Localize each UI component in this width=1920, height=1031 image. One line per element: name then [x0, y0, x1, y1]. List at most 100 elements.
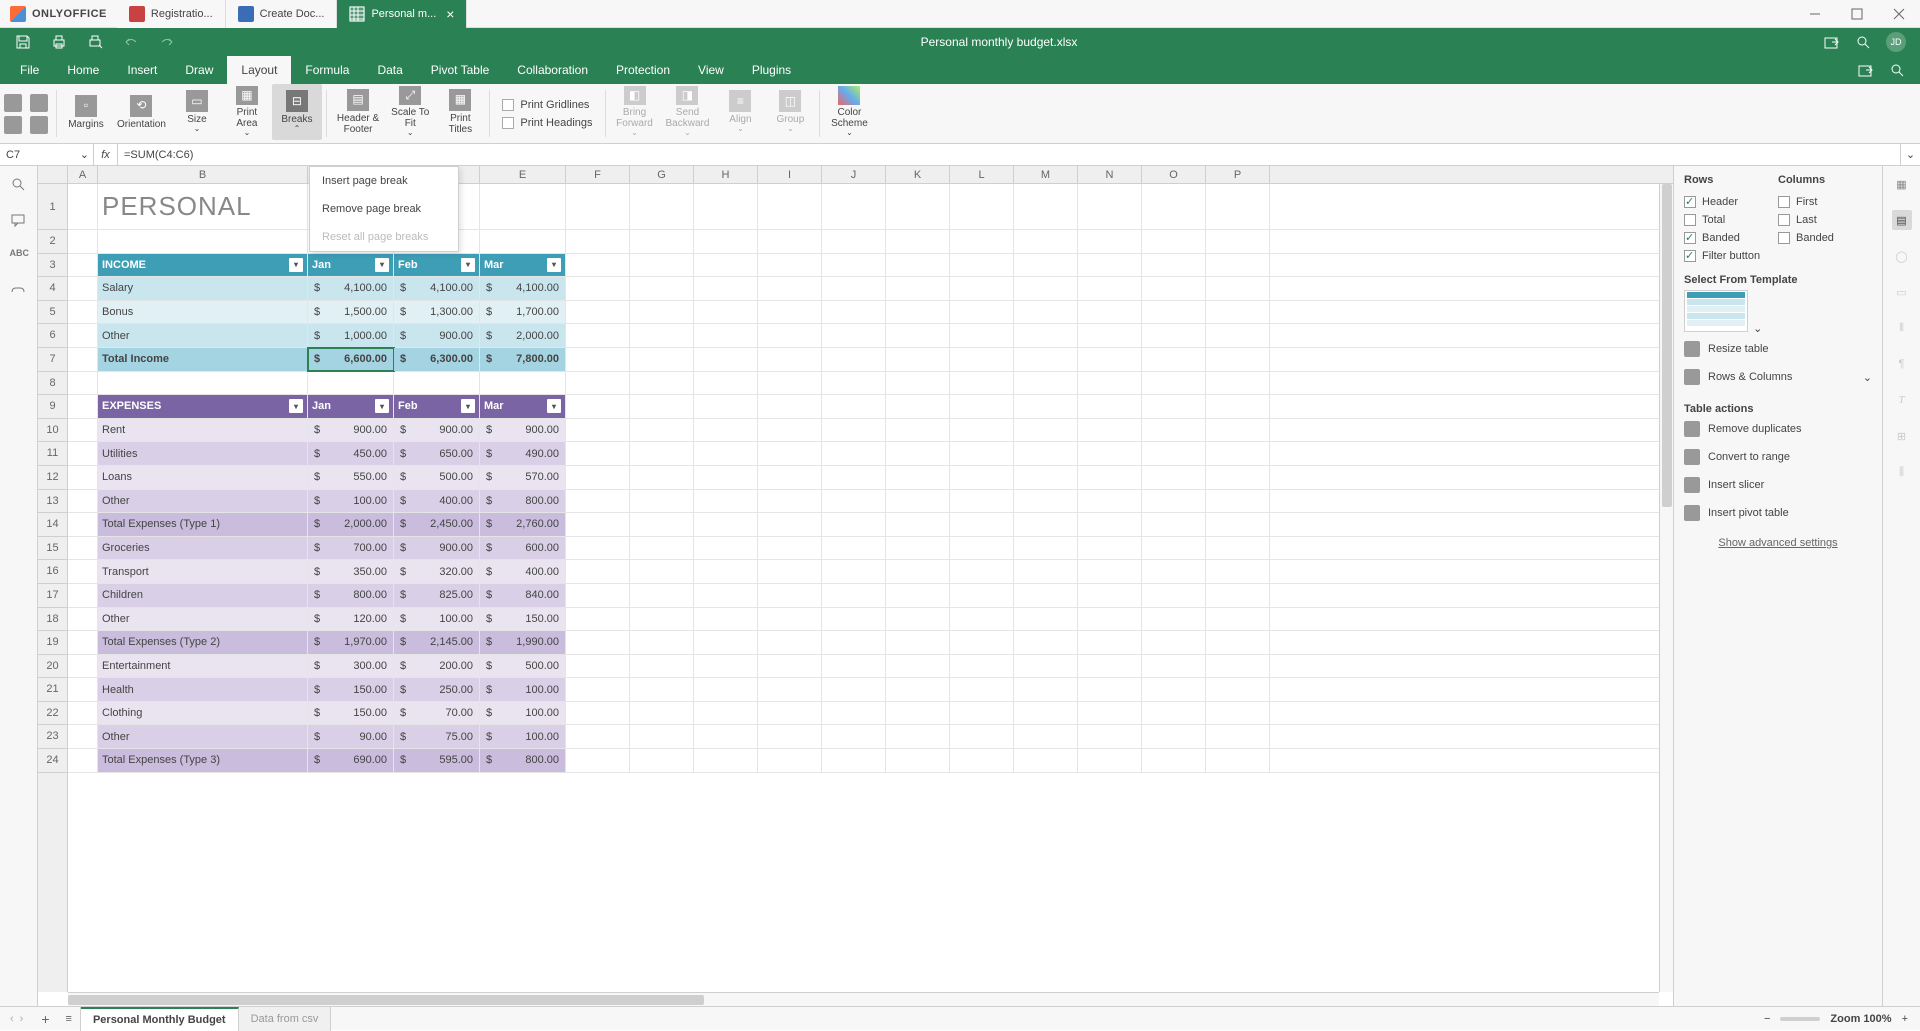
cell[interactable]: [758, 419, 822, 442]
cell[interactable]: [566, 324, 630, 347]
cell[interactable]: [822, 442, 886, 465]
cell[interactable]: [886, 678, 950, 701]
cell[interactable]: [694, 419, 758, 442]
cell[interactable]: [1206, 395, 1270, 418]
cell[interactable]: $100.00: [394, 608, 480, 631]
cell[interactable]: [886, 537, 950, 560]
cell[interactable]: [758, 655, 822, 678]
cell[interactable]: [758, 560, 822, 583]
table-header-cell[interactable]: Mar▾: [480, 395, 566, 418]
cell[interactable]: $100.00: [308, 490, 394, 513]
cell[interactable]: [630, 725, 694, 748]
cell[interactable]: $300.00: [308, 655, 394, 678]
cell[interactable]: [886, 277, 950, 300]
cell[interactable]: [950, 608, 1014, 631]
cell[interactable]: [886, 372, 950, 395]
sheet-tab[interactable]: Personal Monthly Budget: [81, 1007, 239, 1031]
cell[interactable]: Other: [98, 608, 308, 631]
print-icon[interactable]: [50, 33, 68, 51]
cell[interactable]: [630, 584, 694, 607]
cell[interactable]: [68, 419, 98, 442]
cell[interactable]: Transport: [98, 560, 308, 583]
cell[interactable]: [1142, 184, 1206, 229]
cell[interactable]: $100.00: [480, 702, 566, 725]
cell[interactable]: [694, 442, 758, 465]
cell[interactable]: $650.00: [394, 442, 480, 465]
col-header-G[interactable]: G: [630, 166, 694, 183]
cell[interactable]: [1014, 749, 1078, 772]
header-row-checkbox[interactable]: Header: [1684, 196, 1778, 208]
cell[interactable]: [1078, 230, 1142, 253]
cell[interactable]: [1206, 584, 1270, 607]
cell[interactable]: [1142, 490, 1206, 513]
cell[interactable]: $250.00: [394, 678, 480, 701]
cell[interactable]: [1078, 184, 1142, 229]
cell[interactable]: Total Expenses (Type 1): [98, 513, 308, 536]
col-header-K[interactable]: K: [886, 166, 950, 183]
size-button[interactable]: ▭Size⌄: [172, 84, 222, 140]
advanced-settings-link[interactable]: Show advanced settings: [1684, 537, 1872, 549]
menu-data[interactable]: Data: [363, 56, 416, 84]
cell[interactable]: [68, 372, 98, 395]
cell[interactable]: $550.00: [308, 466, 394, 489]
cell[interactable]: [822, 725, 886, 748]
cell[interactable]: [822, 254, 886, 277]
cell[interactable]: [630, 490, 694, 513]
cell[interactable]: [822, 466, 886, 489]
comments-panel-icon[interactable]: [10, 212, 28, 230]
redo-icon[interactable]: [158, 33, 176, 51]
menu-plugins[interactable]: Plugins: [738, 56, 805, 84]
cell[interactable]: [1206, 655, 1270, 678]
sheet-tab[interactable]: Data from csv: [239, 1007, 332, 1031]
col-header-P[interactable]: P: [1206, 166, 1270, 183]
cell[interactable]: [1206, 702, 1270, 725]
filter-dropdown-icon[interactable]: ▾: [289, 399, 303, 413]
cell[interactable]: [694, 655, 758, 678]
cell[interactable]: $1,700.00: [480, 301, 566, 324]
undo-icon[interactable]: [122, 33, 140, 51]
maximize-button[interactable]: [1836, 0, 1878, 28]
cell[interactable]: [822, 301, 886, 324]
cell[interactable]: $2,000.00: [308, 513, 394, 536]
cell[interactable]: [1142, 655, 1206, 678]
cell[interactable]: [1014, 395, 1078, 418]
cell[interactable]: [886, 749, 950, 772]
cell[interactable]: [822, 678, 886, 701]
cell[interactable]: $6,600.00: [308, 348, 394, 371]
chart-settings-icon[interactable]: ⫴: [1892, 318, 1912, 338]
resize-table-button[interactable]: Resize table: [1684, 335, 1872, 363]
cell[interactable]: [630, 348, 694, 371]
menu-draw[interactable]: Draw: [171, 56, 227, 84]
cell[interactable]: [1206, 725, 1270, 748]
cell[interactable]: [1206, 608, 1270, 631]
cell[interactable]: [1014, 560, 1078, 583]
row-header-19[interactable]: 19: [38, 631, 67, 655]
menu-insert[interactable]: Insert: [113, 56, 171, 84]
cell[interactable]: [1078, 725, 1142, 748]
cell[interactable]: [566, 419, 630, 442]
cell[interactable]: $900.00: [480, 419, 566, 442]
cell[interactable]: [630, 184, 694, 229]
remove-page-break-item[interactable]: Remove page break: [310, 195, 458, 223]
cell[interactable]: [480, 372, 566, 395]
cell[interactable]: [1014, 277, 1078, 300]
spellcheck-icon[interactable]: ABC: [10, 248, 28, 266]
row-header-21[interactable]: 21: [38, 678, 67, 702]
cell[interactable]: [630, 608, 694, 631]
filter-dropdown-icon[interactable]: ▾: [547, 258, 561, 272]
cell[interactable]: $2,450.00: [394, 513, 480, 536]
cell[interactable]: [950, 749, 1014, 772]
cell[interactable]: [1142, 702, 1206, 725]
cell[interactable]: [694, 749, 758, 772]
cell[interactable]: [1014, 230, 1078, 253]
cell[interactable]: [1014, 348, 1078, 371]
cell[interactable]: [1206, 348, 1270, 371]
cell[interactable]: [822, 631, 886, 654]
cell[interactable]: [694, 184, 758, 229]
cell[interactable]: [1078, 678, 1142, 701]
cell[interactable]: [566, 442, 630, 465]
cell[interactable]: [1142, 301, 1206, 324]
cell[interactable]: $700.00: [308, 537, 394, 560]
row-header-14[interactable]: 14: [38, 513, 67, 537]
cell[interactable]: [1206, 466, 1270, 489]
